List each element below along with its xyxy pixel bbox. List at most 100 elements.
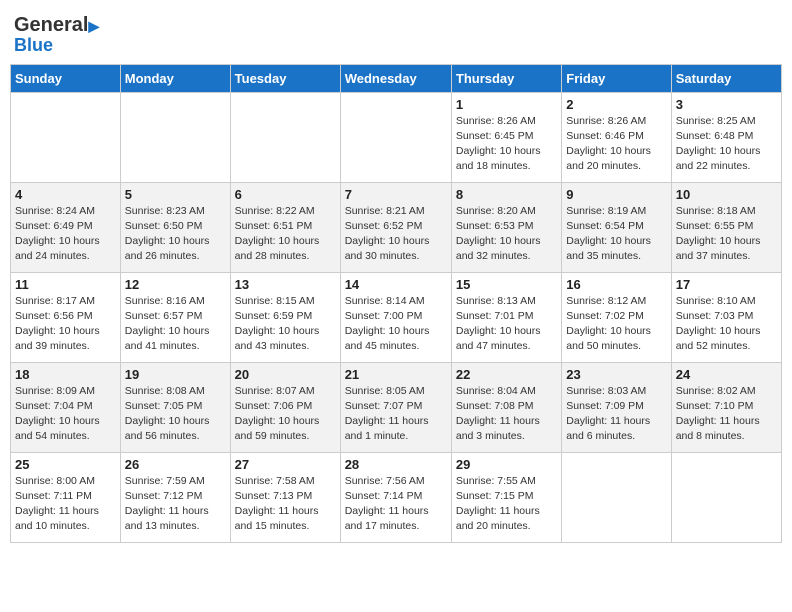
day-number: 4 xyxy=(15,187,116,202)
day-info: Sunrise: 7:59 AM Sunset: 7:12 PM Dayligh… xyxy=(125,474,226,535)
day-cell xyxy=(340,92,451,182)
day-number: 24 xyxy=(676,367,777,382)
day-cell: 2Sunrise: 8:26 AM Sunset: 6:46 PM Daylig… xyxy=(562,92,671,182)
day-number: 28 xyxy=(345,457,447,472)
day-cell: 20 Sunrise: 8:07 AM Sunset: 7:06 PM Dayli… xyxy=(230,362,340,452)
day-info: Sunrise: 8:20 AM Sunset: 6:53 PM Dayligh… xyxy=(456,204,557,265)
day-info: Sunrise: 8:21 AM Sunset: 6:52 PM Dayligh… xyxy=(345,204,447,265)
day-cell: 24 Sunrise: 8:02 AM Sunset: 7:10 PM Dayli… xyxy=(671,362,781,452)
calendar-table: SundayMondayTuesdayWednesdayThursdayFrid… xyxy=(10,64,782,543)
day-cell: 29 Sunrise: 7:55 AM Sunset: 7:15 PM Dayli… xyxy=(451,452,561,542)
day-number: 8 xyxy=(456,187,557,202)
day-info: Sunrise: 7:55 AM Sunset: 7:15 PM Dayligh… xyxy=(456,474,557,535)
logo-general: General▶ xyxy=(14,14,99,36)
day-info: Sunrise: 8:05 AM Sunset: 7:07 PM Dayligh… xyxy=(345,384,447,445)
day-number: 16 xyxy=(566,277,666,292)
day-info: Sunrise: 8:25 AM Sunset: 6:48 PM Dayligh… xyxy=(676,114,777,175)
day-cell: 14 Sunrise: 8:14 AM Sunset: 7:00 PM Dayli… xyxy=(340,272,451,362)
day-cell: 27 Sunrise: 7:58 AM Sunset: 7:13 PM Dayli… xyxy=(230,452,340,542)
day-info: Sunrise: 8:08 AM Sunset: 7:05 PM Dayligh… xyxy=(125,384,226,445)
day-cell: 21 Sunrise: 8:05 AM Sunset: 7:07 PM Dayli… xyxy=(340,362,451,452)
day-number: 13 xyxy=(235,277,336,292)
day-number: 21 xyxy=(345,367,447,382)
weekday-header-friday: Friday xyxy=(562,64,671,92)
day-info: Sunrise: 8:24 AM Sunset: 6:49 PM Dayligh… xyxy=(15,204,116,265)
header: General▶ Blue xyxy=(10,10,782,56)
week-row-5: 25 Sunrise: 8:00 AM Sunset: 7:11 PM Dayli… xyxy=(11,452,782,542)
day-cell: 15Sunrise: 8:13 AM Sunset: 7:01 PM Dayli… xyxy=(451,272,561,362)
day-cell xyxy=(11,92,121,182)
weekday-header-thursday: Thursday xyxy=(451,64,561,92)
day-cell: 26 Sunrise: 7:59 AM Sunset: 7:12 PM Dayli… xyxy=(120,452,230,542)
week-row-2: 4 Sunrise: 8:24 AM Sunset: 6:49 PM Daylig… xyxy=(11,182,782,272)
day-info: Sunrise: 8:15 AM Sunset: 6:59 PM Dayligh… xyxy=(235,294,336,355)
day-number: 22 xyxy=(456,367,557,382)
day-number: 19 xyxy=(125,367,226,382)
week-row-3: 11 Sunrise: 8:17 AM Sunset: 6:56 PM Dayli… xyxy=(11,272,782,362)
day-number: 17 xyxy=(676,277,777,292)
weekday-header-saturday: Saturday xyxy=(671,64,781,92)
day-info: Sunrise: 8:12 AM Sunset: 7:02 PM Dayligh… xyxy=(566,294,666,355)
day-cell: 6 Sunrise: 8:22 AM Sunset: 6:51 PM Daylig… xyxy=(230,182,340,272)
day-info: Sunrise: 8:04 AM Sunset: 7:08 PM Dayligh… xyxy=(456,384,557,445)
day-cell: 12 Sunrise: 8:16 AM Sunset: 6:57 PM Dayli… xyxy=(120,272,230,362)
day-info: Sunrise: 8:07 AM Sunset: 7:06 PM Dayligh… xyxy=(235,384,336,445)
day-number: 18 xyxy=(15,367,116,382)
day-cell: 1Sunrise: 8:26 AM Sunset: 6:45 PM Daylig… xyxy=(451,92,561,182)
day-info: Sunrise: 8:10 AM Sunset: 7:03 PM Dayligh… xyxy=(676,294,777,355)
day-info: Sunrise: 8:00 AM Sunset: 7:11 PM Dayligh… xyxy=(15,474,116,535)
day-cell xyxy=(120,92,230,182)
day-cell: 9 Sunrise: 8:19 AM Sunset: 6:54 PM Daylig… xyxy=(562,182,671,272)
logo-container: General▶ Blue xyxy=(14,14,99,56)
weekday-header-tuesday: Tuesday xyxy=(230,64,340,92)
day-info: Sunrise: 8:23 AM Sunset: 6:50 PM Dayligh… xyxy=(125,204,226,265)
day-cell xyxy=(230,92,340,182)
day-cell: 13 Sunrise: 8:15 AM Sunset: 6:59 PM Dayli… xyxy=(230,272,340,362)
day-info: Sunrise: 8:09 AM Sunset: 7:04 PM Dayligh… xyxy=(15,384,116,445)
logo: General▶ Blue xyxy=(14,14,99,56)
day-info: Sunrise: 8:19 AM Sunset: 6:54 PM Dayligh… xyxy=(566,204,666,265)
day-cell: 10Sunrise: 8:18 AM Sunset: 6:55 PM Dayli… xyxy=(671,182,781,272)
day-info: Sunrise: 8:16 AM Sunset: 6:57 PM Dayligh… xyxy=(125,294,226,355)
day-number: 27 xyxy=(235,457,336,472)
day-number: 5 xyxy=(125,187,226,202)
day-number: 23 xyxy=(566,367,666,382)
day-cell xyxy=(671,452,781,542)
day-number: 9 xyxy=(566,187,666,202)
day-cell: 3 Sunrise: 8:25 AM Sunset: 6:48 PM Daylig… xyxy=(671,92,781,182)
logo-blue: Blue xyxy=(14,36,99,56)
day-cell: 7 Sunrise: 8:21 AM Sunset: 6:52 PM Daylig… xyxy=(340,182,451,272)
day-cell: 8 Sunrise: 8:20 AM Sunset: 6:53 PM Daylig… xyxy=(451,182,561,272)
day-number: 20 xyxy=(235,367,336,382)
weekday-header-sunday: Sunday xyxy=(11,64,121,92)
day-number: 14 xyxy=(345,277,447,292)
day-cell: 23 Sunrise: 8:03 AM Sunset: 7:09 PM Dayli… xyxy=(562,362,671,452)
day-number: 3 xyxy=(676,97,777,112)
day-info: Sunrise: 8:26 AM Sunset: 6:45 PM Dayligh… xyxy=(456,114,557,175)
day-info: Sunrise: 8:14 AM Sunset: 7:00 PM Dayligh… xyxy=(345,294,447,355)
day-number: 6 xyxy=(235,187,336,202)
day-info: Sunrise: 8:02 AM Sunset: 7:10 PM Dayligh… xyxy=(676,384,777,445)
day-cell: 5 Sunrise: 8:23 AM Sunset: 6:50 PM Daylig… xyxy=(120,182,230,272)
day-number: 29 xyxy=(456,457,557,472)
day-info: Sunrise: 8:18 AM Sunset: 6:55 PM Dayligh… xyxy=(676,204,777,265)
day-cell xyxy=(562,452,671,542)
day-cell: 22 Sunrise: 8:04 AM Sunset: 7:08 PM Dayli… xyxy=(451,362,561,452)
day-info: Sunrise: 8:17 AM Sunset: 6:56 PM Dayligh… xyxy=(15,294,116,355)
day-info: Sunrise: 7:58 AM Sunset: 7:13 PM Dayligh… xyxy=(235,474,336,535)
day-number: 12 xyxy=(125,277,226,292)
day-cell: 17 Sunrise: 8:10 AM Sunset: 7:03 PM Dayli… xyxy=(671,272,781,362)
day-number: 25 xyxy=(15,457,116,472)
day-cell: 18 Sunrise: 8:09 AM Sunset: 7:04 PM Dayli… xyxy=(11,362,121,452)
day-cell: 11 Sunrise: 8:17 AM Sunset: 6:56 PM Dayli… xyxy=(11,272,121,362)
day-info: Sunrise: 7:56 AM Sunset: 7:14 PM Dayligh… xyxy=(345,474,447,535)
day-info: Sunrise: 8:03 AM Sunset: 7:09 PM Dayligh… xyxy=(566,384,666,445)
day-number: 2 xyxy=(566,97,666,112)
day-number: 11 xyxy=(15,277,116,292)
day-number: 26 xyxy=(125,457,226,472)
day-info: Sunrise: 8:22 AM Sunset: 6:51 PM Dayligh… xyxy=(235,204,336,265)
day-number: 15 xyxy=(456,277,557,292)
day-number: 7 xyxy=(345,187,447,202)
weekday-header-row: SundayMondayTuesdayWednesdayThursdayFrid… xyxy=(11,64,782,92)
day-cell: 4 Sunrise: 8:24 AM Sunset: 6:49 PM Daylig… xyxy=(11,182,121,272)
